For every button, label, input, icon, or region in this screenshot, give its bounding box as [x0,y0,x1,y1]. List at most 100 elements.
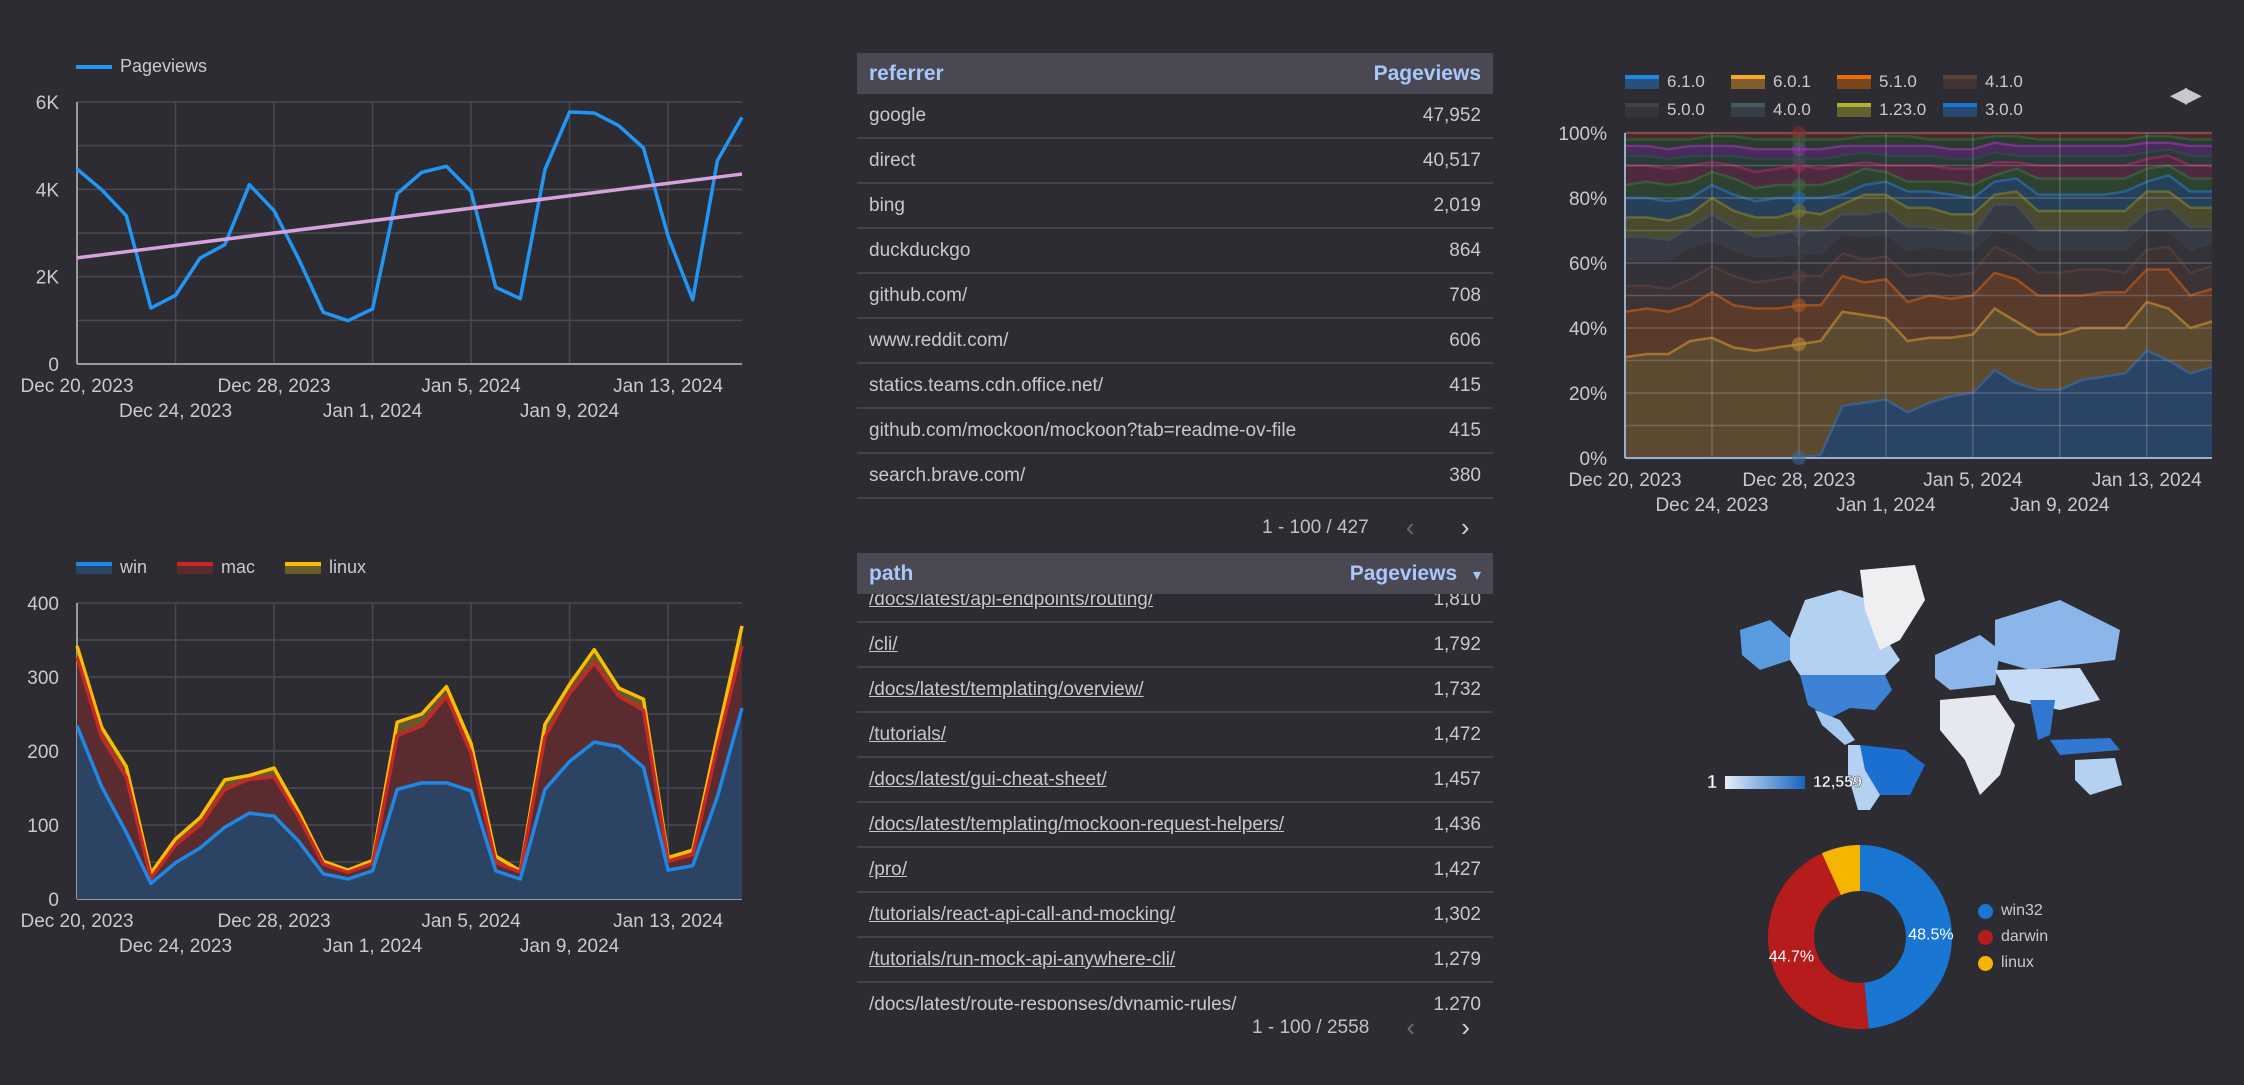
path-table-row[interactable]: /tutorials/run-mock-api-anywhere-cli/1,2… [857,938,1493,983]
path-table-body[interactable]: /docs/latest/api-endpoints/routing/1,810… [857,594,1493,1010]
map-india[interactable] [2030,700,2055,740]
version-legend-item[interactable]: 3.0.0 [1943,100,2049,120]
version-legend-item[interactable]: 6.1.0 [1625,72,1731,92]
pageviews-data-point[interactable] [469,189,473,193]
pageviews-data-point[interactable] [444,164,448,168]
path-table-row[interactable]: /docs/latest/gui-cheat-sheet/1,457 [857,758,1493,803]
legend-item-linux[interactable]: linux [285,557,366,578]
pageviews-data-point[interactable] [420,170,424,174]
pageviews-trend-line[interactable] [76,172,743,260]
pageviews-data-point[interactable] [149,306,153,310]
referrer-table-row[interactable]: search.brave.com/380 [857,454,1493,499]
referrer-cell: statics.teams.cdn.office.net/ [869,374,1104,396]
pageviews-legend[interactable]: Pageviews [76,56,207,77]
referrer-pageviews-column-header[interactable]: Pageviews [1374,62,1481,86]
path-table-row[interactable]: /docs/latest/templating/mockoon-request-… [857,803,1493,848]
pageviews-line-chart[interactable]: 0 2K 4K 6K Dec 20, 2023 Dec 28, 2023 Jan 5, 20… [0,80,780,430]
path-cell[interactable]: /docs/latest/templating/overview/ [869,679,1144,701]
pageviews-data-point[interactable] [198,256,202,260]
hover-point-marker [1791,337,1806,352]
path-cell[interactable]: /docs/latest/route-responses/dynamic-rul… [869,994,1237,1011]
referrer-table-row[interactable]: github.com/708 [857,274,1493,319]
pageviews-data-point[interactable] [371,307,375,311]
version-legend-item[interactable]: 5.1.0 [1837,72,1943,92]
referrer-next-page-button[interactable]: › [1438,512,1493,543]
path-table-row[interactable]: /docs/latest/templating/overview/1,732 [857,668,1493,713]
path-cell[interactable]: /cli/ [869,634,898,656]
os-donut-chart[interactable]: 48.5% 44.7% [1740,830,1980,1060]
path-cell[interactable]: /tutorials/run-mock-api-anywhere-cli/ [869,949,1175,971]
donut-legend-item[interactable]: linux [1978,954,2048,972]
pageviews-data-point[interactable] [321,310,325,314]
version-legend-item[interactable]: 5.0.0 [1625,100,1731,120]
referrer-table-row[interactable]: google 47,952 [857,94,1493,139]
referrer-table-row[interactable]: duckduckgo 864 [857,229,1493,274]
y-tick-label: 6K [36,93,60,114]
referrer-table-row[interactable]: bing 2,019 [857,184,1493,229]
map-australia[interactable] [2075,758,2122,795]
pageviews-data-point[interactable] [223,243,227,247]
referrer-table-row[interactable]: github.com/mockoon/mockoon?tab=readme-ov… [857,409,1493,454]
legend-item-win[interactable]: win [76,557,147,578]
map-usa[interactable] [1800,675,1892,718]
pageviews-data-point[interactable] [740,115,744,119]
pageviews-data-point[interactable] [272,209,276,213]
referrer-table-row[interactable]: statics.teams.cdn.office.net/415 [857,364,1493,409]
path-table-row[interactable]: /tutorials/react-api-call-and-mocking/1,… [857,893,1493,938]
path-cell[interactable]: /docs/latest/api-endpoints/routing/ [869,594,1153,611]
map-europe[interactable] [1935,635,2000,690]
map-alaska[interactable] [1740,620,1790,670]
legend-prev-page-icon[interactable]: ◀ [2170,82,2187,107]
path-next-page-button[interactable]: › [1438,1012,1493,1043]
path-cell[interactable]: /pro/ [869,859,907,881]
pageviews-data-point[interactable] [174,293,178,297]
pageviews-data-point[interactable] [592,111,596,115]
donut-legend-item[interactable]: win32 [1978,902,2048,920]
pageviews-data-point[interactable] [691,298,695,302]
pageviews-data-point[interactable] [297,257,301,261]
version-legend-item[interactable]: 4.0.0 [1731,100,1837,120]
pageviews-data-point[interactable] [124,214,128,218]
version-stacked-percent-chart[interactable]: 0% 20% 40% 60% 80% 100% Dec 20, 2023 Dec 28, 20… [1560,120,2244,520]
referrer-column-header[interactable]: referrer [869,62,944,86]
version-legend-item[interactable]: 1.23.0 [1837,100,1943,120]
path-cell[interactable]: /docs/latest/gui-cheat-sheet/ [869,769,1107,791]
referrer-table-row[interactable]: direct 40,517 [857,139,1493,184]
pageviews-data-point[interactable] [715,159,719,163]
pageviews-data-point[interactable] [518,297,522,301]
map-africa[interactable] [1940,695,2015,795]
path-table-row[interactable]: /docs/latest/route-responses/dynamic-rul… [857,983,1493,1011]
path-cell[interactable]: /tutorials/ [869,724,946,746]
version-legend-item[interactable]: 6.0.1 [1731,72,1837,92]
path-cell[interactable]: /docs/latest/templating/mockoon-request-… [869,814,1284,836]
map-russia[interactable] [1995,600,2120,670]
path-pageviews-column-header[interactable]: Pageviews ▾ [1350,562,1481,586]
version-legend-item[interactable]: 4.1.0 [1943,72,2049,92]
path-table-row[interactable]: /docs/latest/api-endpoints/routing/1,810 [857,594,1493,623]
pageviews-data-point[interactable] [666,234,670,238]
path-column-header[interactable]: path [869,562,913,586]
legend-next-page-icon[interactable]: ▶ [2185,82,2202,107]
donut-legend-label: win32 [2001,902,2043,919]
pageviews-data-point[interactable] [543,168,547,172]
os-stacked-area-chart[interactable]: 0 100 200 300 400 Dec 20, 2023 Dec 28, 2023 Jan… [0,580,780,960]
pageviews-data-point[interactable] [641,146,645,150]
map-indonesia[interactable] [2050,738,2120,755]
pageviews-data-point[interactable] [247,183,251,187]
pageviews-data-point[interactable] [494,285,498,289]
pageviews-data-point[interactable] [568,110,572,114]
pageviews-data-point[interactable] [346,319,350,323]
path-table-row[interactable]: /pro/1,427 [857,848,1493,893]
pageviews-data-point[interactable] [395,192,399,196]
pageviews-data-point[interactable] [100,188,104,192]
referrer-table-row[interactable]: www.reddit.com/606 [857,319,1493,364]
path-table-row[interactable]: /tutorials/1,472 [857,713,1493,758]
path-table-row[interactable]: /cli/1,792 [857,623,1493,668]
pageviews-data-point[interactable] [617,124,621,128]
donut-legend-item[interactable]: darwin [1978,928,2048,946]
legend-item-mac[interactable]: mac [177,557,255,578]
referrer-prev-page-button[interactable]: ‹ [1383,512,1438,543]
path-cell[interactable]: /tutorials/react-api-call-and-mocking/ [869,904,1175,926]
pageviews-data-point[interactable] [75,167,79,171]
path-prev-page-button[interactable]: ‹ [1383,1012,1438,1043]
